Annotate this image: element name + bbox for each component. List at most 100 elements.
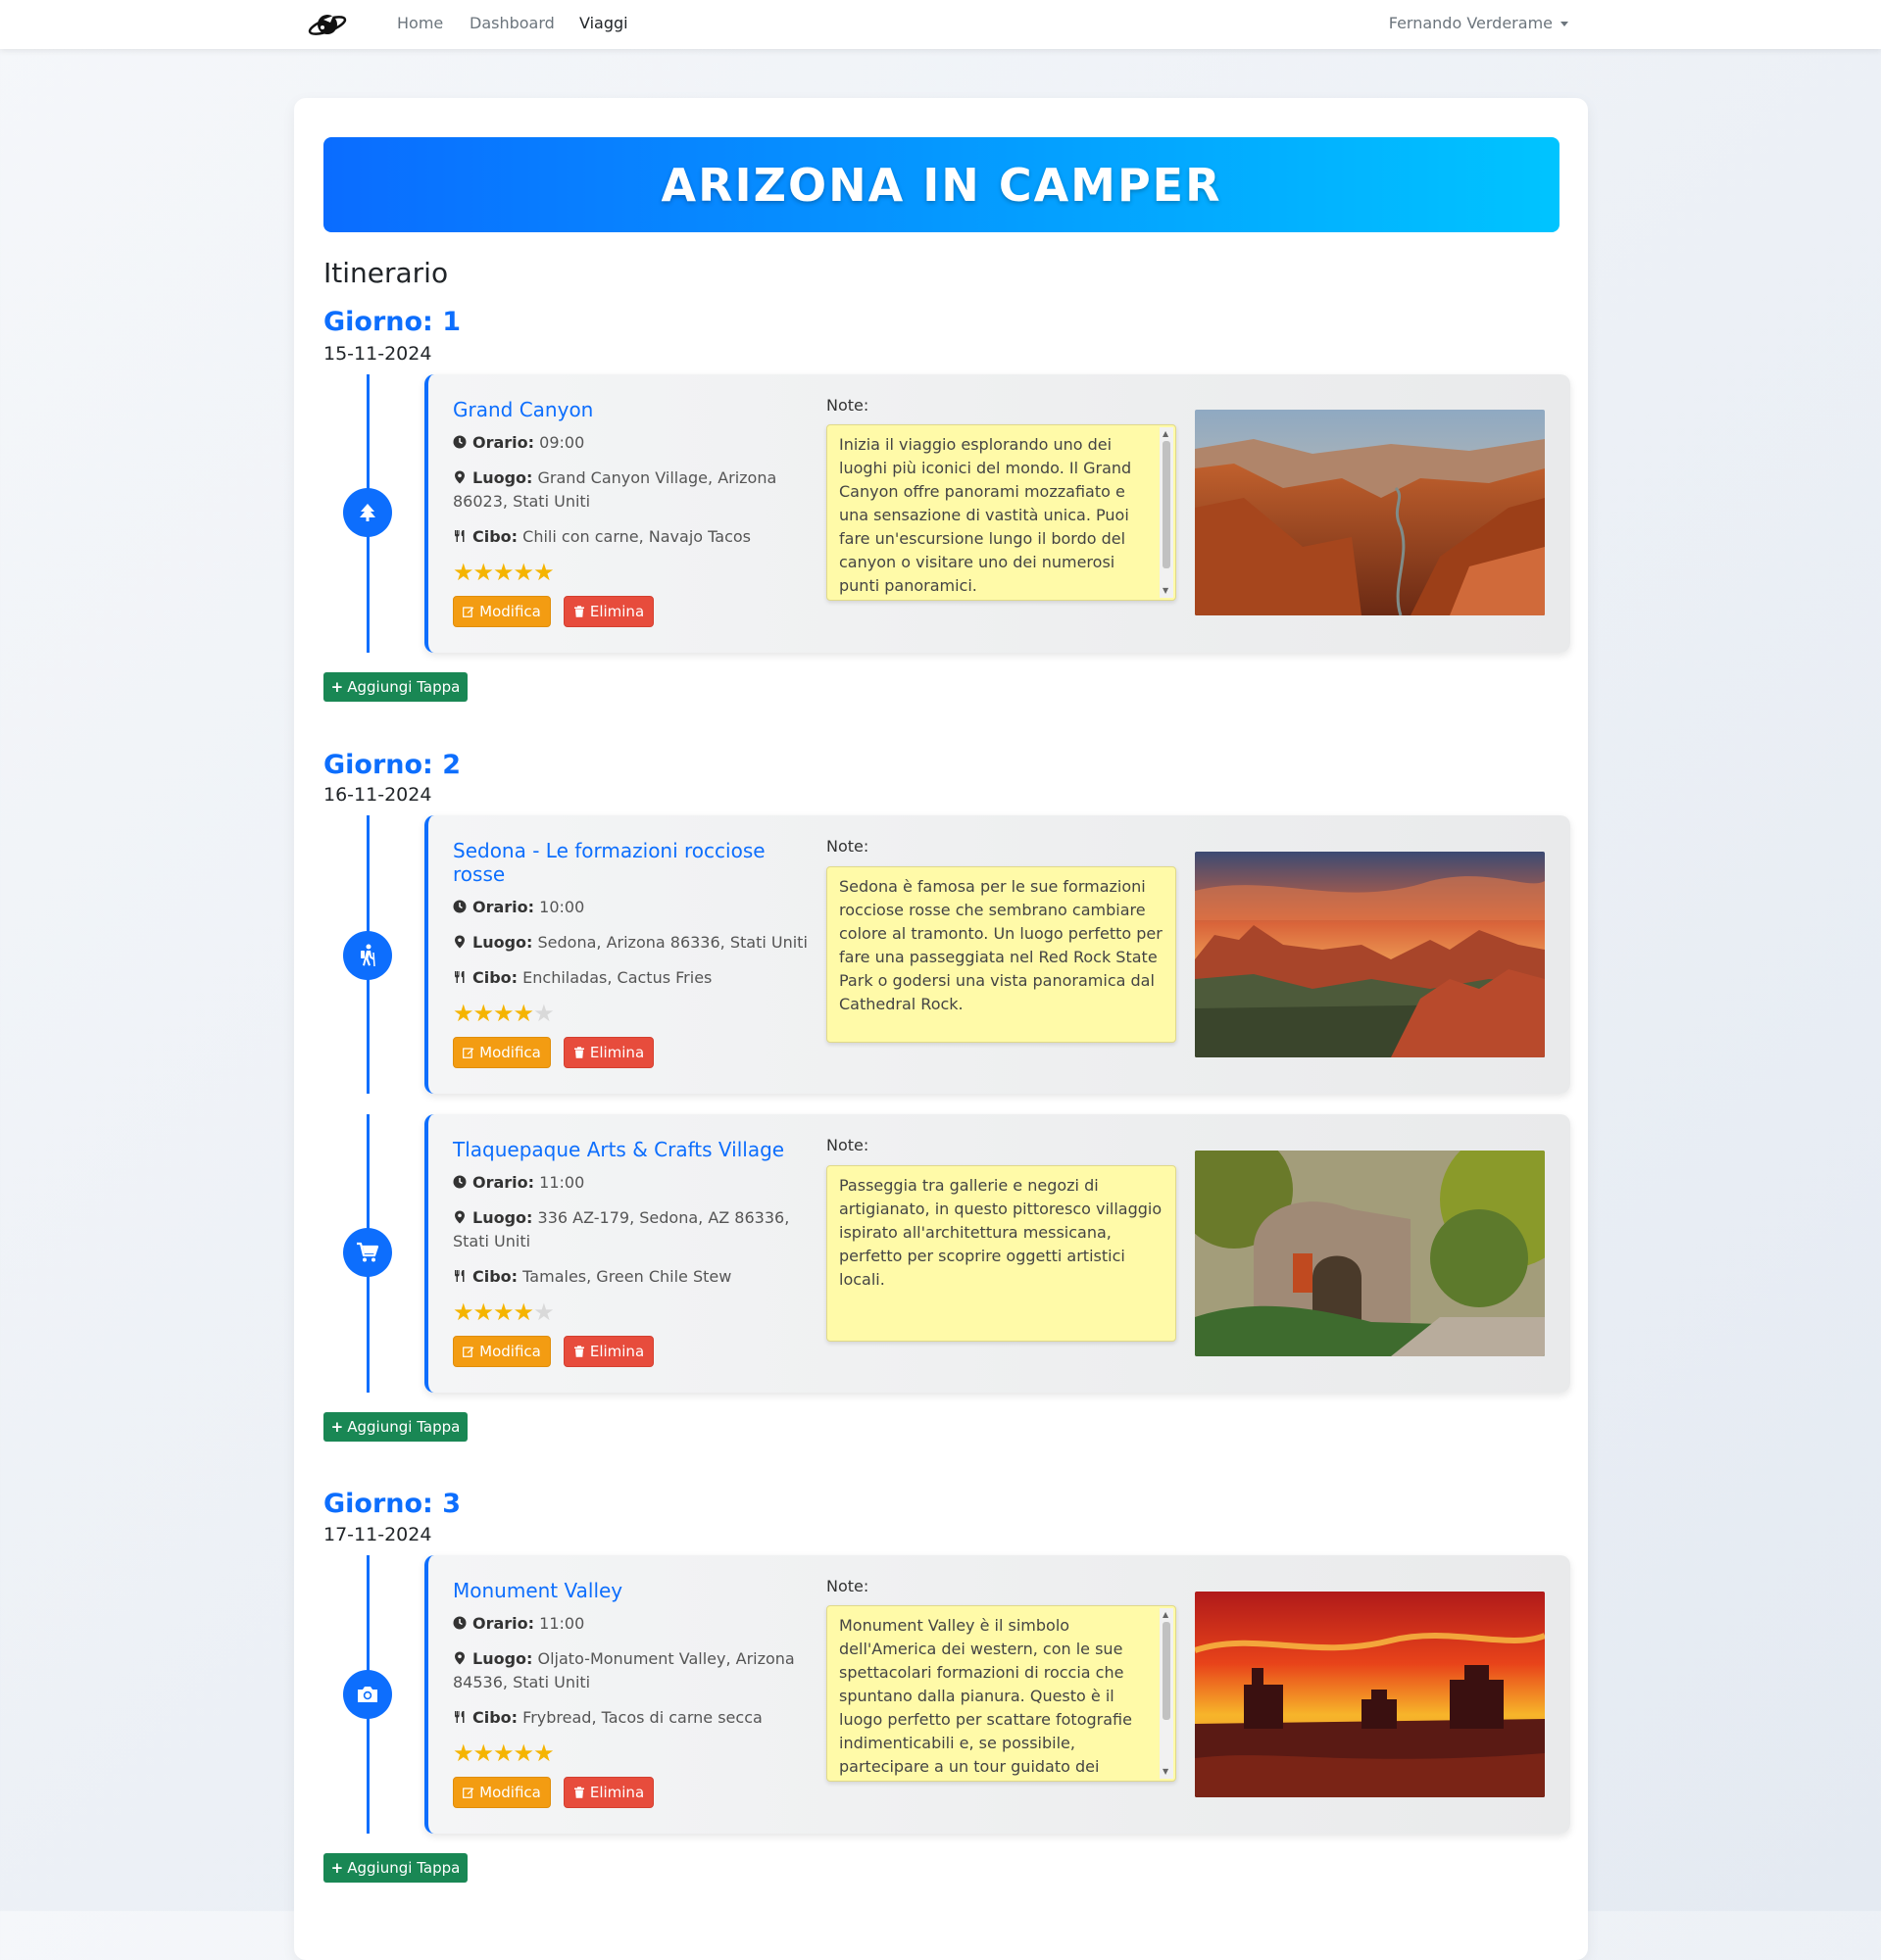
map-pin-icon (455, 470, 465, 484)
scroll-down-icon[interactable]: ▼ (1163, 587, 1168, 595)
scroll-thumb[interactable] (1163, 1622, 1170, 1720)
edit-button[interactable]: Modifica (453, 1037, 551, 1068)
star-icon: ★ (493, 1000, 514, 1027)
stop-place: Luogo: 336 AZ-179, Sedona, AZ 86336, Sta… (453, 1206, 816, 1253)
hiking-icon (343, 931, 392, 980)
food-label: Cibo: (472, 968, 519, 987)
rating-stars: ★★★★★ (453, 1740, 555, 1767)
grand-canyon-photo (1195, 410, 1545, 615)
edit-button[interactable]: Modifica (453, 1336, 551, 1367)
delete-button[interactable]: Elimina (564, 1037, 654, 1068)
edit-icon (463, 1788, 474, 1798)
food-label: Cibo: (472, 527, 519, 546)
star-icon: ★ (513, 1740, 534, 1767)
notes-text: Passeggia tra gallerie e negozi di artig… (839, 1176, 1163, 1289)
star-icon: ★ (533, 1740, 554, 1767)
add-stop-label: Aggiungi Tappa (347, 1418, 461, 1436)
delete-label: Elimina (589, 1343, 645, 1360)
time-value: 10:00 (539, 898, 585, 916)
stop-card: Sedona - Le formazioni rocciose rosse Or… (424, 815, 1570, 1094)
add-stop-button[interactable]: + Aggiungi Tappa (323, 672, 468, 702)
stop-time: Orario: 10:00 (453, 896, 816, 919)
stop-place: Luogo: Oljato-Monument Valley, Arizona 8… (453, 1647, 816, 1694)
delete-button[interactable]: Elimina (564, 1336, 654, 1367)
food-value: Enchiladas, Cactus Fries (522, 968, 713, 987)
star-icon: ★ (493, 559, 514, 586)
star-icon: ★ (453, 1000, 473, 1027)
stop-food: Cibo: Enchiladas, Cactus Fries (453, 966, 816, 990)
delete-label: Elimina (589, 1784, 645, 1801)
star-icon: ★ (493, 1740, 514, 1767)
edit-button[interactable]: Modifica (453, 1777, 551, 1808)
stop-card: Monument Valley Orario: 11:00 Luogo: Olj… (424, 1555, 1570, 1834)
notes-text: Monument Valley è il simbolo dell'Americ… (839, 1616, 1132, 1776)
trash-icon (573, 1047, 584, 1058)
scroll-down-icon[interactable]: ▼ (1163, 1768, 1168, 1776)
stop-name[interactable]: Monument Valley (453, 1579, 806, 1602)
place-label: Luogo: (472, 1649, 533, 1668)
clock-icon (453, 435, 467, 449)
add-stop-button[interactable]: + Aggiungi Tappa (323, 1412, 468, 1442)
add-stop-label: Aggiungi Tappa (347, 1859, 461, 1877)
trip-title: ARIZONA IN CAMPER (661, 158, 1222, 212)
stop-time: Orario: 11:00 (453, 1612, 816, 1636)
stop-name[interactable]: Grand Canyon (453, 398, 806, 421)
edit-icon (463, 1347, 474, 1357)
user-menu[interactable]: Fernando Verderame (1389, 14, 1568, 32)
star-icon: ★ (472, 1000, 494, 1027)
day-date: 16-11-2024 (323, 784, 432, 806)
star-icon: ★ (453, 1740, 473, 1767)
chevron-down-icon (1560, 22, 1568, 26)
add-stop-button[interactable]: + Aggiungi Tappa (323, 1853, 468, 1883)
sedona-photo (1195, 852, 1545, 1057)
day-date: 17-11-2024 (323, 1524, 432, 1545)
clock-icon (453, 900, 467, 913)
stop-place: Luogo: Grand Canyon Village, Arizona 860… (453, 466, 816, 514)
notes-label: Note: (826, 1577, 869, 1595)
trash-icon (573, 1346, 584, 1357)
scroll-thumb[interactable] (1163, 441, 1170, 568)
star-icon: ★ (472, 1298, 494, 1326)
delete-button[interactable]: Elimina (564, 1777, 654, 1808)
stop-name[interactable]: Sedona - Le formazioni rocciose rosse (453, 839, 806, 886)
notes-textarea[interactable]: Sedona è famosa per le sue formazioni ro… (826, 866, 1176, 1043)
edit-button[interactable]: Modifica (453, 596, 551, 627)
place-label: Luogo: (472, 468, 533, 487)
star-icon: ★ (513, 1000, 534, 1027)
delete-button[interactable]: Elimina (564, 596, 654, 627)
stop-name[interactable]: Tlaquepaque Arts & Crafts Village (453, 1138, 806, 1161)
monument-valley-photo (1195, 1592, 1545, 1797)
utensils-icon (455, 1711, 465, 1723)
time-label: Orario: (472, 433, 535, 452)
food-label: Cibo: (472, 1708, 519, 1727)
trash-icon (573, 606, 584, 617)
stop-food: Cibo: Tamales, Green Chile Stew (453, 1265, 816, 1289)
time-value: 11:00 (539, 1614, 585, 1633)
scrollbar[interactable]: ▲ ▼ (1160, 1608, 1173, 1779)
place-value: Sedona, Arizona 86336, Stati Uniti (537, 933, 808, 952)
map-pin-icon (455, 935, 465, 949)
trip-card: ARIZONA IN CAMPER Itinerario Giorno: 1 1… (294, 98, 1588, 1960)
star-icon: ★ (513, 1298, 534, 1326)
notes-textarea[interactable]: Inizia il viaggio esplorando uno dei luo… (826, 424, 1176, 601)
scroll-up-icon[interactable]: ▲ (1163, 430, 1168, 438)
notes-textarea[interactable]: Passeggia tra gallerie e negozi di artig… (826, 1165, 1176, 1342)
rating-stars: ★★★★★ (453, 559, 555, 586)
food-value: Frybread, Tacos di carne secca (522, 1708, 763, 1727)
notes-textarea[interactable]: Monument Valley è il simbolo dell'Americ… (826, 1605, 1176, 1782)
star-icon: ★ (513, 559, 534, 586)
user-name: Fernando Verderame (1388, 14, 1553, 32)
edit-label: Modifica (479, 1343, 541, 1360)
stop-food: Cibo: Chili con carne, Navajo Tacos (453, 525, 816, 549)
edit-label: Modifica (479, 603, 541, 620)
scrollbar[interactable]: ▲ ▼ (1160, 427, 1173, 598)
star-icon: ★ (533, 1298, 554, 1326)
scroll-up-icon[interactable]: ▲ (1163, 1611, 1168, 1619)
edit-icon (463, 607, 474, 617)
nav-home[interactable]: Home (397, 14, 443, 32)
edit-label: Modifica (479, 1044, 541, 1061)
map-pin-icon (455, 1651, 465, 1665)
planet-logo-icon[interactable] (306, 6, 349, 43)
nav-viaggi[interactable]: Viaggi (579, 14, 628, 32)
nav-dashboard[interactable]: Dashboard (470, 14, 555, 32)
